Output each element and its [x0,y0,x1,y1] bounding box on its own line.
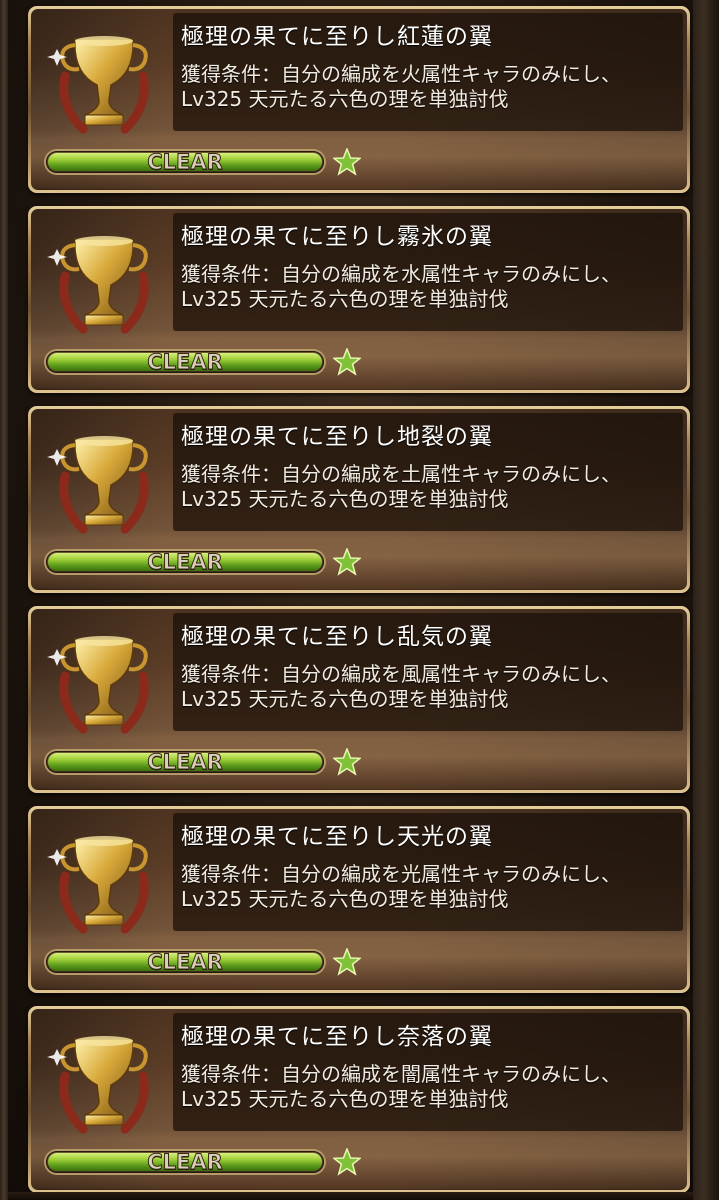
condition-line: 獲得条件：自分の編成を土属性キャラのみにし、 [181,462,621,486]
trophy-condition: 獲得条件：自分の編成を光属性キャラのみにし、 Lv325 天元たる六色の理を単独… [181,862,681,912]
trophy-card[interactable]: 極理の果てに至りし天光の翼 獲得条件：自分の編成を光属性キャラのみにし、 Lv3… [28,806,690,993]
trophy-title: 極理の果てに至りし霧氷の翼 [181,224,493,250]
trophy-title: 極理の果てに至りし奈落の翼 [181,1024,493,1050]
progress-bar: CLEAR [46,750,324,774]
condition-line: Lv325 天元たる六色の理を単独討伐 [181,87,509,111]
condition-line: Lv325 天元たる六色の理を単独討伐 [181,287,509,311]
green-star-icon [333,1148,361,1176]
trophy-title: 極理の果てに至りし紅蓮の翼 [181,24,493,50]
trophy-card[interactable]: 極理の果てに至りし乱気の翼 獲得条件：自分の編成を風属性キャラのみにし、 Lv3… [28,606,690,793]
trophy-condition: 獲得条件：自分の編成を闇属性キャラのみにし、 Lv325 天元たる六色の理を単独… [181,1062,681,1112]
gold-trophy-with-laurel-icon [47,436,149,534]
condition-line: 獲得条件：自分の編成を風属性キャラのみにし、 [181,662,621,686]
clear-label: CLEAR [147,350,224,374]
gold-trophy-with-laurel-icon [47,236,149,334]
progress-bar: CLEAR [46,550,324,574]
gold-trophy-with-laurel-icon [47,1036,149,1134]
trophy-card[interactable]: 極理の果てに至りし紅蓮の翼 獲得条件：自分の編成を火属性キャラのみにし、 Lv3… [28,6,690,193]
green-star-icon [333,948,361,976]
condition-line: Lv325 天元たる六色の理を単独討伐 [181,687,509,711]
trophy-card[interactable]: 極理の果てに至りし地裂の翼 獲得条件：自分の編成を土属性キャラのみにし、 Lv3… [28,406,690,593]
condition-line: Lv325 天元たる六色の理を単独討伐 [181,887,509,911]
condition-line: 獲得条件：自分の編成を光属性キャラのみにし、 [181,862,621,886]
condition-line: Lv325 天元たる六色の理を単独討伐 [181,1087,509,1111]
clear-label: CLEAR [147,750,224,774]
condition-line: 獲得条件：自分の編成を闇属性キャラのみにし、 [181,1062,621,1086]
gold-trophy-with-laurel-icon [47,636,149,734]
bottom-frame-edge [8,1192,693,1200]
trophy-list-screen: 極理の果てに至りし紅蓮の翼 獲得条件：自分の編成を火属性キャラのみにし、 Lv3… [0,0,719,1200]
condition-line: Lv325 天元たる六色の理を単独討伐 [181,487,509,511]
green-star-icon [333,748,361,776]
trophy-card-body: 極理の果てに至りし紅蓮の翼 獲得条件：自分の編成を火属性キャラのみにし、 Lv3… [31,9,687,190]
progress-bar: CLEAR [46,1150,324,1174]
progress-bar: CLEAR [46,950,324,974]
green-star-icon [333,148,361,176]
trophy-condition: 獲得条件：自分の編成を風属性キャラのみにし、 Lv325 天元たる六色の理を単独… [181,662,681,712]
green-star-icon [333,548,361,576]
trophy-title: 極理の果てに至りし乱気の翼 [181,624,493,650]
trophy-condition: 獲得条件：自分の編成を土属性キャラのみにし、 Lv325 天元たる六色の理を単独… [181,462,681,512]
gold-trophy-with-laurel-icon [47,836,149,934]
clear-label: CLEAR [147,1150,224,1174]
trophy-card-body: 極理の果てに至りし乱気の翼 獲得条件：自分の編成を風属性キャラのみにし、 Lv3… [31,609,687,790]
trophy-condition: 獲得条件：自分の編成を火属性キャラのみにし、 Lv325 天元たる六色の理を単独… [181,62,681,112]
trophy-list: 極理の果てに至りし紅蓮の翼 獲得条件：自分の編成を火属性キャラのみにし、 Lv3… [28,6,690,1200]
trophy-card-body: 極理の果てに至りし地裂の翼 獲得条件：自分の編成を土属性キャラのみにし、 Lv3… [31,409,687,590]
condition-line: 獲得条件：自分の編成を水属性キャラのみにし、 [181,262,621,286]
trophy-card-body: 極理の果てに至りし天光の翼 獲得条件：自分の編成を光属性キャラのみにし、 Lv3… [31,809,687,990]
trophy-card-body: 極理の果てに至りし奈落の翼 獲得条件：自分の編成を闇属性キャラのみにし、 Lv3… [31,1009,687,1190]
trophy-title: 極理の果てに至りし地裂の翼 [181,424,493,450]
trophy-condition: 獲得条件：自分の編成を水属性キャラのみにし、 Lv325 天元たる六色の理を単独… [181,262,681,312]
condition-line: 獲得条件：自分の編成を火属性キャラのみにし、 [181,62,621,86]
progress-bar: CLEAR [46,150,324,174]
clear-label: CLEAR [147,550,224,574]
trophy-card[interactable]: 極理の果てに至りし奈落の翼 獲得条件：自分の編成を闇属性キャラのみにし、 Lv3… [28,1006,690,1193]
clear-label: CLEAR [147,150,224,174]
clear-label: CLEAR [147,950,224,974]
left-frame-rail [0,0,8,1200]
trophy-card[interactable]: 極理の果てに至りし霧氷の翼 獲得条件：自分の編成を水属性キャラのみにし、 Lv3… [28,206,690,393]
gold-trophy-with-laurel-icon [47,36,149,134]
green-star-icon [333,348,361,376]
trophy-title: 極理の果てに至りし天光の翼 [181,824,493,850]
progress-bar: CLEAR [46,350,324,374]
trophy-card-body: 極理の果てに至りし霧氷の翼 獲得条件：自分の編成を水属性キャラのみにし、 Lv3… [31,209,687,390]
scrollbar-track[interactable] [693,0,719,1200]
